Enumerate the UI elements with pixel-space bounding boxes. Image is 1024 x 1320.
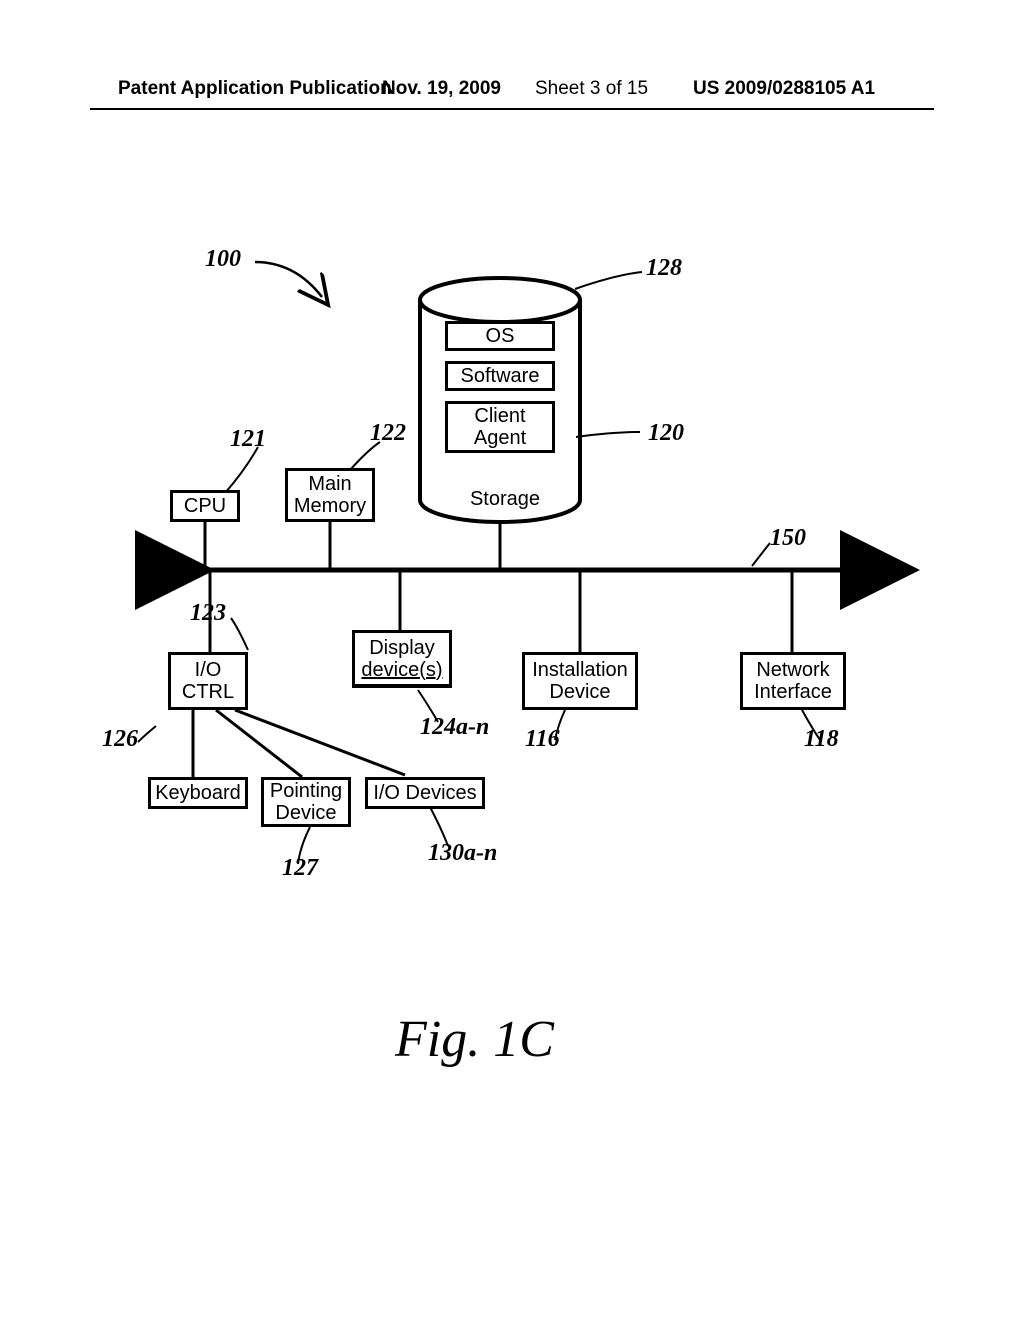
keyboard-box: Keyboard	[148, 777, 248, 809]
network-interface-box: Network Interface	[740, 652, 846, 710]
ref-127: 127	[282, 855, 318, 882]
pointing-label-1: Pointing	[270, 780, 342, 802]
ref128-leader	[575, 272, 642, 289]
ref-120: 120	[648, 420, 684, 447]
pointing-device-box: Pointing Device	[261, 777, 351, 827]
ref100-leader	[255, 262, 322, 297]
net-label-1: Network	[756, 659, 829, 681]
storage-cylinder	[420, 278, 580, 522]
io-ctrl-box: I/O CTRL	[168, 652, 248, 710]
ref-118: 118	[804, 726, 839, 753]
os-label: OS	[486, 325, 515, 347]
install-label-2: Device	[549, 681, 610, 703]
installation-device-box: Installation Device	[522, 652, 638, 710]
ref-126: 126	[102, 726, 138, 753]
software-label: Software	[461, 365, 540, 387]
ref-116: 116	[525, 726, 560, 753]
ioctrl-iodevices-line	[235, 710, 405, 775]
cpu-label: CPU	[184, 495, 226, 517]
keyboard-label: Keyboard	[155, 782, 241, 804]
ref120-leader	[576, 432, 640, 437]
display-label-2: device(s)	[361, 659, 442, 681]
patent-page: Patent Application Publication Nov. 19, …	[0, 0, 1024, 1320]
client-agent-label-1: Client	[474, 405, 525, 427]
install-label-1: Installation	[532, 659, 628, 681]
cpu-box: CPU	[170, 490, 240, 522]
os-box: OS	[445, 321, 555, 351]
software-box: Software	[445, 361, 555, 391]
main-memory-label-2: Memory	[294, 495, 366, 517]
pointing-label-2: Device	[275, 802, 336, 824]
client-agent-box: Client Agent	[445, 401, 555, 453]
ref-122: 122	[370, 420, 406, 447]
display-label-1: Display	[369, 637, 435, 659]
main-memory-box: Main Memory	[285, 468, 375, 522]
ref-100: 100	[205, 246, 241, 273]
ref121-leader	[225, 447, 258, 493]
ref-150: 150	[770, 525, 806, 552]
main-memory-label-1: Main	[308, 473, 351, 495]
figure-svg	[0, 0, 1024, 1320]
storage-label: Storage	[465, 488, 545, 511]
io-devices-box: I/O Devices	[365, 777, 485, 809]
ref-128: 128	[646, 255, 682, 282]
figure-caption: Fig. 1C	[395, 1010, 554, 1069]
io-devices-label: I/O Devices	[373, 782, 476, 804]
ref126-leader	[138, 726, 156, 742]
net-label-2: Interface	[754, 681, 832, 703]
io-ctrl-label-1: I/O	[195, 659, 222, 681]
ref-130an: 130a-n	[428, 840, 497, 867]
ref123-leader	[231, 618, 248, 650]
display-devices-box: Display device(s)	[352, 630, 452, 688]
io-ctrl-label-2: CTRL	[182, 681, 234, 703]
client-agent-label-2: Agent	[474, 427, 526, 449]
ref150-leader	[752, 543, 770, 566]
ref-124an: 124a-n	[420, 714, 489, 741]
ref-123: 123	[190, 600, 226, 627]
ref-121: 121	[230, 426, 266, 453]
